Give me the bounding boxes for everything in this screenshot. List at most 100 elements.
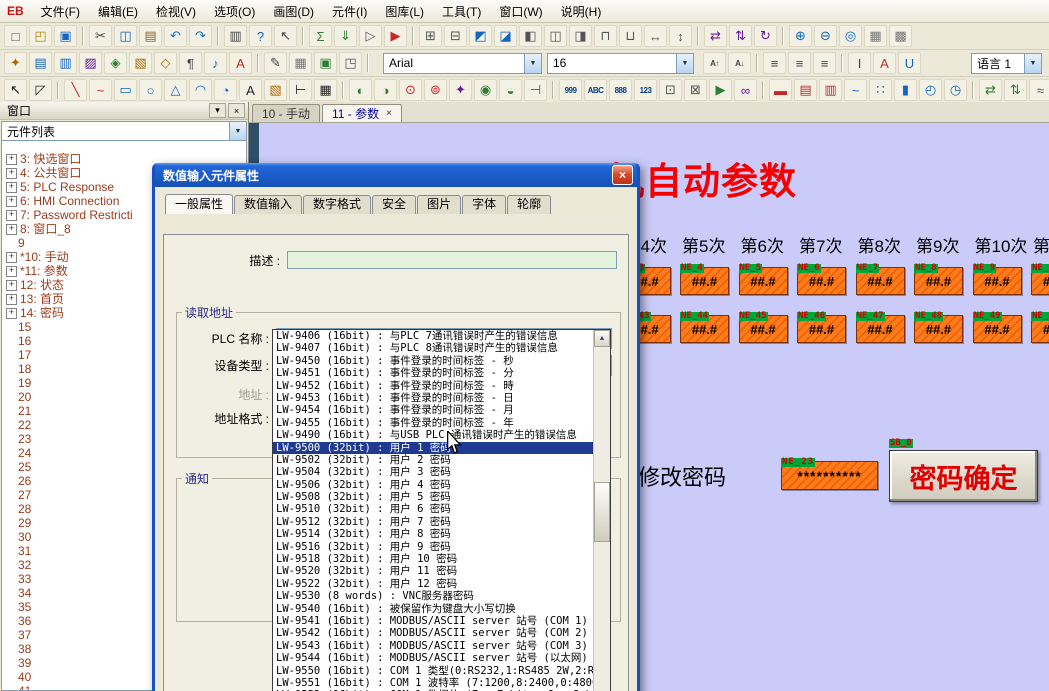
alarm-display-icon[interactable]: ▤ [794, 79, 817, 101]
paste-icon[interactable]: ▤ [139, 25, 162, 47]
scrollbar-thumb[interactable] [594, 482, 610, 542]
about-icon[interactable]: ? [249, 25, 272, 47]
expander-icon[interactable]: + [6, 280, 17, 291]
word-lamp-icon[interactable]: ◑ [374, 79, 397, 101]
dialog-tab[interactable]: 一般属性 [165, 194, 233, 214]
device-option[interactable]: LW-9454 (16bit) : 事件登录的时间标签 - 月 [273, 404, 593, 416]
document-tab[interactable]: 10 - 手动 [252, 104, 320, 122]
dialog-tab[interactable]: 字体 [462, 195, 506, 214]
numeric-input-cell[interactable]: ##.#NE_5 [739, 267, 788, 295]
underline-icon[interactable]: U [898, 52, 921, 74]
dialog-tab[interactable]: 数值输入 [234, 195, 302, 214]
expander-icon[interactable]: + [6, 196, 17, 207]
multi-state-switch-icon[interactable]: ◒ [499, 79, 522, 101]
ascii-display-icon[interactable]: 123 [634, 79, 657, 101]
flip-horizontal-icon[interactable]: ⇄ [704, 25, 727, 47]
expander-icon[interactable]: + [6, 266, 17, 277]
description-input[interactable] [287, 251, 617, 269]
slider-icon[interactable]: ⊣ [524, 79, 547, 101]
device-option[interactable]: LW-9512 (32bit) : 用户 7 密码 [273, 516, 593, 528]
device-option[interactable]: LW-9455 (16bit) : 事件登录的时间标签 - 年 [273, 417, 593, 429]
panel-dropdown-button[interactable]: ▾ [209, 103, 226, 118]
device-option[interactable]: LW-9551 (16bit) : COM 1 波特率 (7:1200,8:24… [273, 677, 593, 689]
align-right-icon[interactable]: ◨ [569, 25, 592, 47]
function-key-icon[interactable]: ✦ [449, 79, 472, 101]
text-align-left-icon[interactable]: ≡ [763, 52, 786, 74]
device-option[interactable]: LW-9550 (16bit) : COM 1 类型(0:RS232,1:RS4… [273, 665, 593, 677]
dropdown-scrollbar[interactable]: ▲ [593, 330, 610, 691]
zoom-out-icon[interactable]: ⊖ [814, 25, 837, 47]
text-tool-icon[interactable]: A [239, 79, 262, 101]
expander-icon[interactable]: + [6, 154, 17, 165]
expander-icon[interactable]: + [6, 182, 17, 193]
font-size-select[interactable]: 16 ▼ [547, 53, 694, 74]
text-align-center-icon[interactable]: ≡ [788, 52, 811, 74]
offline-simulation-icon[interactable]: ▷ [359, 25, 382, 47]
picture-library-icon[interactable]: ▧ [129, 52, 152, 74]
dialog-tab[interactable]: 轮廓 [507, 195, 551, 214]
numeric-input-cell[interactable]: ##.#NE_9 [973, 267, 1022, 295]
align-top-icon[interactable]: ⊓ [594, 25, 617, 47]
expander-icon[interactable]: + [6, 168, 17, 179]
new-project-icon[interactable]: □ [4, 25, 27, 47]
indirect-window-icon[interactable]: ⊡ [659, 79, 682, 101]
scale-tool-icon[interactable]: ⊢ [289, 79, 312, 101]
bar-graph-icon[interactable]: ▮ [894, 79, 917, 101]
device-option[interactable]: LW-9504 (32bit) : 用户 3 密码 [273, 466, 593, 478]
expander-icon[interactable]: + [6, 308, 17, 319]
toggle-switch-icon[interactable]: ◉ [474, 79, 497, 101]
window-settings-icon[interactable]: ◳ [339, 52, 362, 74]
polyline-tool-icon[interactable]: ~ [89, 79, 112, 101]
zoom-in-icon[interactable]: ⊕ [789, 25, 812, 47]
font-enlarge-icon[interactable]: A↑ [703, 52, 726, 74]
numeric-display-icon[interactable]: 888 [609, 79, 632, 101]
copy-icon[interactable]: ◫ [114, 25, 137, 47]
download-icon[interactable]: ⇓ [334, 25, 357, 47]
menu-file[interactable]: 文件(F) [32, 0, 89, 23]
expander-icon[interactable]: + [6, 224, 17, 235]
device-option[interactable]: LW-9543 (16bit) : MODBUS/ASCII server 站号… [273, 640, 593, 652]
numeric-input-cell[interactable]: ##.#NE_45 [739, 315, 788, 343]
font-shrink-icon[interactable]: A↓ [728, 52, 751, 74]
device-option[interactable]: LW-9530 (8 words) : VNC服务器密码 [273, 590, 593, 602]
sound-library-icon[interactable]: ♪ [204, 52, 227, 74]
grid-setting-icon[interactable]: ▦ [289, 52, 312, 74]
device-option[interactable]: LW-9451 (16bit) : 事件登录的时间标签 - 分 [273, 367, 593, 379]
device-option[interactable]: LW-9502 (32bit) : 用户 2 密码 [273, 454, 593, 466]
set-bit-icon[interactable]: ⊙ [399, 79, 422, 101]
dialog-tab[interactable]: 安全 [372, 195, 416, 214]
align-left-icon[interactable]: ◧ [519, 25, 542, 47]
device-option[interactable]: LW-9452 (16bit) : 事件登录的时间标签 - 時 [273, 380, 593, 392]
align-bottom-icon[interactable]: ⊔ [619, 25, 642, 47]
device-option[interactable]: LW-9516 (32bit) : 用户 9 密码 [273, 541, 593, 553]
bring-to-front-icon[interactable]: ◩ [469, 25, 492, 47]
font-library-icon[interactable]: A [229, 52, 252, 74]
numeric-input-cell[interactable]: ##.#NE_49 [973, 315, 1022, 343]
rotate-icon[interactable]: ↻ [754, 25, 777, 47]
rectangle-tool-icon[interactable]: ▭ [114, 79, 137, 101]
device-option[interactable]: LW-9514 (32bit) : 用户 8 密码 [273, 528, 593, 540]
polygon-tool-icon[interactable]: △ [164, 79, 187, 101]
numeric-input-icon[interactable]: 999 [559, 79, 582, 101]
line-tool-icon[interactable]: ╲ [64, 79, 87, 101]
grid-toggle-icon[interactable]: ▦ [864, 25, 887, 47]
tab-close-icon[interactable]: × [386, 108, 392, 119]
animation-icon[interactable]: ∞ [734, 79, 757, 101]
numeric-input-cell[interactable]: ##.#NE_10 [1031, 267, 1049, 295]
device-option[interactable]: LW-9506 (32bit) : 用户 4 密码 [273, 479, 593, 491]
save-project-icon[interactable]: ▣ [54, 25, 77, 47]
numeric-input-cell[interactable]: ##.#NE_4 [680, 267, 729, 295]
same-width-icon[interactable]: ↔ [644, 25, 667, 47]
expander-icon[interactable]: + [6, 252, 17, 263]
device-option[interactable]: LW-9510 (32bit) : 用户 6 密码 [273, 503, 593, 515]
device-option[interactable]: LW-9500 (32bit) : 用户 1 密码 [273, 442, 593, 454]
password-input-field[interactable]: ********** NE_23 [781, 461, 878, 490]
font-family-select[interactable]: Arial ▼ [383, 53, 542, 74]
image-tool-icon[interactable]: ▧ [264, 79, 287, 101]
device-option[interactable]: LW-9407 (16bit) : 与PLC 8通讯错误时产生的错误信息 [273, 342, 593, 354]
recipe-transfer-icon[interactable]: ⇅ [1004, 79, 1027, 101]
select-tool-icon[interactable]: ↖ [4, 79, 27, 101]
menu-view[interactable]: 检视(V) [147, 0, 205, 23]
flip-vertical-icon[interactable]: ⇅ [729, 25, 752, 47]
device-option[interactable]: LW-9542 (16bit) : MODBUS/ASCII server 站号… [273, 627, 593, 639]
